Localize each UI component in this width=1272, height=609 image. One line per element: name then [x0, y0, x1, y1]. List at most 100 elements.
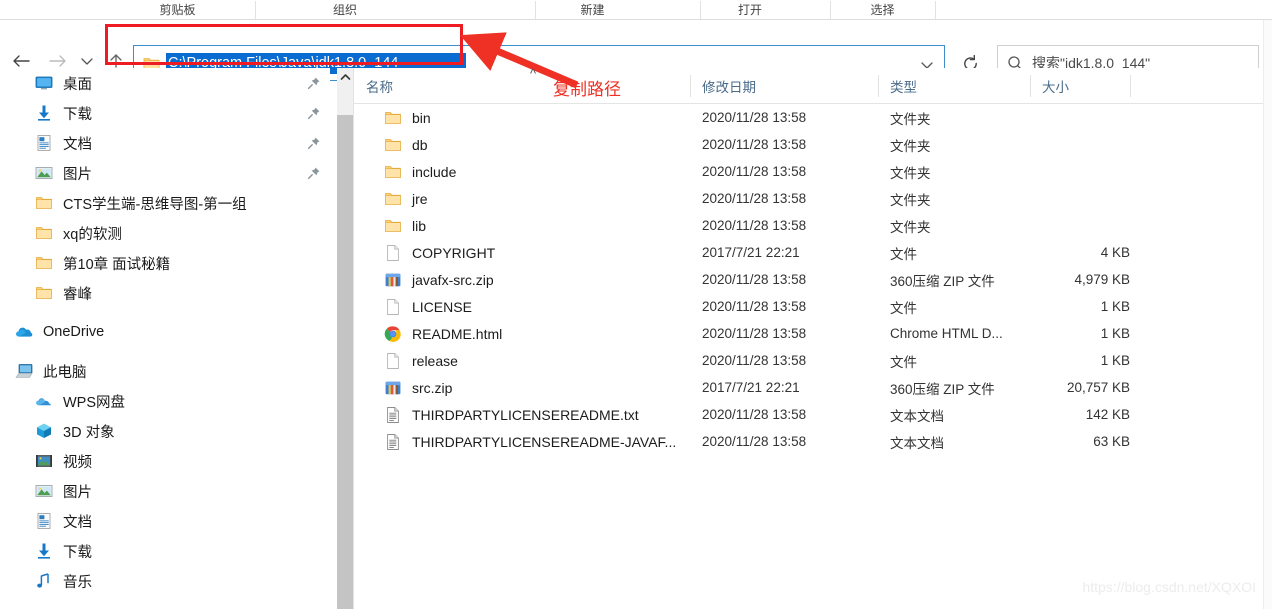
file-date-cell: 2020/11/28 13:58: [702, 272, 807, 287]
sidebar-item-1[interactable]: 下载: [0, 98, 330, 128]
column-divider[interactable]: [878, 75, 879, 97]
wps-cloud-icon: [34, 391, 54, 411]
column-divider[interactable]: [1130, 75, 1131, 97]
file-size-cell: 4 KB: [1100, 245, 1130, 260]
table-row[interactable]: lib 2020/11/28 13:58 文件夹: [354, 212, 1272, 239]
column-header-2[interactable]: 类型: [878, 68, 917, 103]
table-row[interactable]: bin 2020/11/28 13:58 文件夹: [354, 104, 1272, 131]
file-name-cell[interactable]: jre: [384, 185, 428, 212]
ribbon-group-open[interactable]: 打开: [700, 0, 800, 19]
file-name-cell[interactable]: javafx-src.zip: [384, 266, 494, 293]
sidebar-item-16[interactable]: 文档: [0, 506, 330, 536]
navigation-scrollbar[interactable]: [337, 68, 353, 609]
3d-objects-icon: [37, 423, 51, 438]
this-pc-icon: [14, 361, 34, 381]
file-name-label: THIRDPARTYLICENSEREADME-JAVAF...: [412, 433, 677, 450]
sidebar-item-label: 睿峰: [63, 286, 92, 303]
file-type-cell: 文本文档: [890, 435, 944, 451]
column-divider[interactable]: [690, 75, 691, 97]
ribbon-group-new[interactable]: 新建: [535, 0, 650, 19]
forward-arrow-icon: [49, 55, 66, 67]
pictures-icon: [34, 163, 54, 183]
sidebar-item-label: 视频: [63, 454, 92, 471]
sidebar-item-4[interactable]: CTS学生端-思维导图-第一组: [0, 188, 330, 218]
folder-icon: [384, 217, 402, 235]
file-date-cell: 2020/11/28 13:58: [702, 191, 807, 206]
file-type-cell: 文件夹: [890, 138, 931, 154]
file-type-cell: 文本文档: [890, 408, 944, 424]
table-row[interactable]: COPYRIGHT 2017/7/21 22:21 文件 4 KB: [354, 239, 1272, 266]
nav-group-gap: [0, 347, 330, 356]
desktop-icon: [35, 76, 53, 90]
table-row[interactable]: README.html 2020/11/28 13:58 Chrome HTML D…: [354, 320, 1272, 347]
file-name-cell[interactable]: LICENSE: [384, 293, 472, 320]
sidebar-item-13[interactable]: 3D 对象: [0, 416, 330, 446]
table-row[interactable]: include 2020/11/28 13:58 文件夹: [354, 158, 1272, 185]
pin-icon[interactable]: [307, 136, 321, 150]
sidebar-item-7[interactable]: 睿峰: [0, 278, 330, 308]
sidebar-item-0[interactable]: 桌面: [0, 68, 330, 98]
pin-icon[interactable]: [307, 106, 321, 120]
file-name-cell[interactable]: include: [384, 158, 456, 185]
table-row[interactable]: THIRDPARTYLICENSEREADME-JAVAF... 2020/11/…: [354, 428, 1272, 455]
file-name-label: release: [412, 352, 458, 369]
table-row[interactable]: release 2020/11/28 13:58 文件 1 KB: [354, 347, 1272, 374]
column-header-0[interactable]: 名称: [354, 68, 393, 103]
nav-group-gap: [0, 308, 330, 317]
table-row[interactable]: jre 2020/11/28 13:58 文件夹: [354, 185, 1272, 212]
ribbon-group-organize[interactable]: 组织: [255, 0, 435, 19]
scrollbar-thumb[interactable]: [337, 115, 353, 609]
pin-icon: [307, 167, 320, 180]
ribbon-separator: [700, 1, 701, 19]
file-name-cell[interactable]: src.zip: [384, 374, 452, 401]
file-date-cell: 2020/11/28 13:58: [702, 299, 807, 314]
file-name-cell[interactable]: COPYRIGHT: [384, 239, 495, 266]
sidebar-item-14[interactable]: 视频: [0, 446, 330, 476]
ribbon-separator: [935, 1, 936, 19]
file-name-cell[interactable]: release: [384, 347, 458, 374]
column-header-label: 名称: [366, 79, 393, 95]
sidebar-item-15[interactable]: 图片: [0, 476, 330, 506]
sidebar-item-17[interactable]: 下载: [0, 536, 330, 566]
sidebar-item-9[interactable]: OneDrive: [0, 317, 330, 347]
file-name-cell[interactable]: db: [384, 131, 428, 158]
table-row[interactable]: javafx-src.zip 2020/11/28 13:58 360压缩 ZIP …: [354, 266, 1272, 293]
sidebar-item-3[interactable]: 图片: [0, 158, 330, 188]
sidebar-item-11[interactable]: 此电脑: [0, 356, 330, 386]
onedrive-icon: [14, 322, 34, 342]
text-file-icon: [384, 406, 402, 424]
file-name-label: lib: [412, 217, 427, 234]
ribbon-group-clipboard[interactable]: 剪贴板: [100, 0, 255, 19]
file-name-cell[interactable]: bin: [384, 104, 431, 131]
file-name-cell[interactable]: THIRDPARTYLICENSEREADME-JAVAF...: [384, 428, 676, 455]
pin-icon[interactable]: [307, 76, 321, 90]
pin-icon[interactable]: [307, 166, 321, 180]
table-row[interactable]: db 2020/11/28 13:58 文件夹: [354, 131, 1272, 158]
file-icon: [384, 298, 402, 316]
annotation-caret: ^: [530, 66, 537, 81]
file-name-cell[interactable]: lib: [384, 212, 426, 239]
column-header-1[interactable]: 修改日期: [690, 68, 756, 103]
column-divider[interactable]: [1030, 75, 1031, 97]
sidebar-item-5[interactable]: xq的软测: [0, 218, 330, 248]
scroll-up-button[interactable]: [337, 68, 353, 85]
file-name-cell[interactable]: README.html: [384, 320, 502, 347]
sidebar-item-18[interactable]: 音乐: [0, 566, 330, 596]
text-file-icon: [387, 406, 399, 423]
file-name-label: THIRDPARTYLICENSEREADME.txt: [412, 406, 639, 423]
sidebar-item-6[interactable]: 第10章 面试秘籍: [0, 248, 330, 278]
file-name-cell[interactable]: THIRDPARTYLICENSEREADME.txt: [384, 401, 639, 428]
folder-icon: [384, 109, 402, 127]
ribbon-group-select[interactable]: 选择: [830, 0, 935, 19]
download-icon: [38, 543, 50, 559]
ribbon-separator: [255, 1, 256, 19]
column-header-3[interactable]: 大小: [1030, 68, 1069, 103]
table-row[interactable]: LICENSE 2020/11/28 13:58 文件 1 KB: [354, 293, 1272, 320]
sidebar-item-2[interactable]: 文档: [0, 128, 330, 158]
window-edge-strip: [1263, 20, 1272, 609]
text-file-icon: [387, 433, 399, 450]
table-row[interactable]: src.zip 2017/7/21 22:21 360压缩 ZIP 文件 20,757…: [354, 374, 1272, 401]
folder-icon: [385, 192, 401, 205]
table-row[interactable]: THIRDPARTYLICENSEREADME.txt 2020/11/28 13…: [354, 401, 1272, 428]
sidebar-item-12[interactable]: WPS网盘: [0, 386, 330, 416]
